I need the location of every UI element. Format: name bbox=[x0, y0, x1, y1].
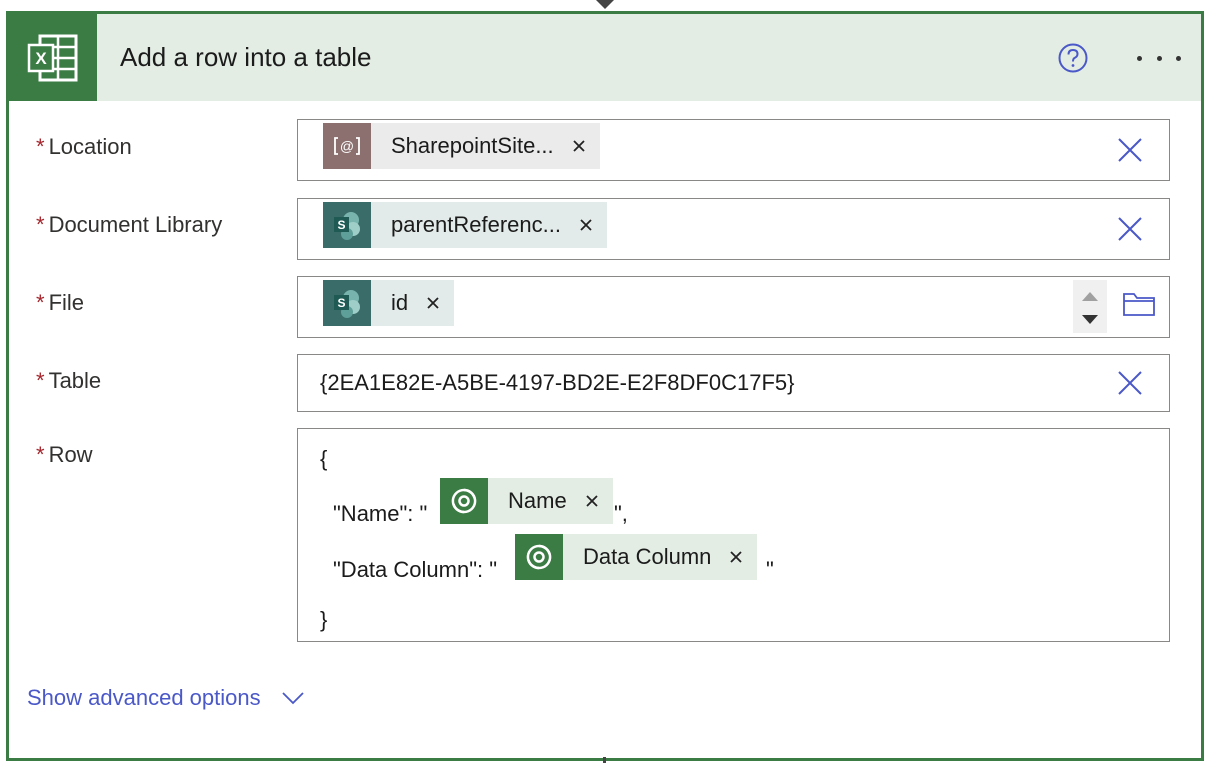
open-brace: { bbox=[320, 446, 328, 471]
row-data-column-key: "Data Column": " bbox=[333, 557, 498, 582]
document-library-field[interactable]: S parentReferenc... bbox=[297, 198, 1170, 260]
required-marker: * bbox=[36, 442, 45, 467]
clear-field-icon[interactable] bbox=[1117, 370, 1143, 396]
svg-text:X: X bbox=[35, 49, 47, 68]
svg-text:@: @ bbox=[340, 138, 354, 154]
row-name-key: "Name": " bbox=[333, 501, 428, 526]
required-marker: * bbox=[36, 134, 45, 159]
location-field[interactable]: @ SharepointSite... bbox=[297, 119, 1170, 181]
name-token[interactable]: Name bbox=[440, 478, 613, 524]
excel-icon: X bbox=[9, 14, 97, 101]
clear-field-icon[interactable] bbox=[1117, 216, 1143, 242]
token-remove-icon[interactable] bbox=[725, 546, 747, 568]
token-remove-icon[interactable] bbox=[575, 214, 597, 236]
row-data-column-suffix: " bbox=[766, 557, 774, 582]
row-editor[interactable]: { "Name": " Name ", "Data Column": " Dat… bbox=[297, 428, 1170, 642]
file-label: * File bbox=[36, 290, 85, 315]
action-card: X Add a row into a table * Location @ Sh… bbox=[6, 11, 1204, 761]
flow-connector-line bbox=[603, 757, 606, 763]
action-title: Add a row into a table bbox=[120, 42, 372, 72]
file-token[interactable]: S id bbox=[323, 280, 455, 326]
chevron-down-icon bbox=[281, 692, 304, 705]
dataverse-icon bbox=[440, 478, 488, 524]
location-token[interactable]: @ SharepointSite... bbox=[323, 123, 600, 169]
row-label: * Row bbox=[36, 442, 93, 467]
more-ellipsis-icon[interactable] bbox=[1137, 48, 1181, 68]
spin-down-icon[interactable] bbox=[1081, 313, 1099, 325]
flow-connector-arrow bbox=[596, 0, 614, 9]
required-marker: * bbox=[36, 368, 45, 393]
required-marker: * bbox=[36, 212, 45, 237]
clear-field-icon[interactable] bbox=[1117, 137, 1143, 163]
svg-text:S: S bbox=[337, 218, 345, 232]
token-remove-icon[interactable] bbox=[581, 490, 603, 512]
file-spinner bbox=[1073, 280, 1107, 333]
card-header[interactable]: X Add a row into a table bbox=[9, 14, 1201, 101]
data-column-token[interactable]: Data Column bbox=[515, 534, 758, 580]
dataverse-icon bbox=[515, 534, 563, 580]
close-brace: } bbox=[320, 607, 328, 632]
token-remove-icon[interactable] bbox=[568, 135, 590, 157]
help-circle-icon[interactable] bbox=[1058, 43, 1088, 73]
row-name-suffix: ", bbox=[614, 501, 628, 526]
token-remove-icon[interactable] bbox=[422, 292, 444, 314]
table-field[interactable]: {2EA1E82E-A5BE-4197-BD2E-E2F8DF0C17F5} bbox=[297, 354, 1170, 412]
document-library-label: * Document Library bbox=[36, 212, 223, 237]
table-label: * Table bbox=[36, 368, 102, 393]
file-field[interactable]: S id bbox=[297, 276, 1170, 338]
variable-icon: @ bbox=[323, 123, 371, 169]
folder-icon[interactable] bbox=[1122, 290, 1156, 318]
table-id-value: {2EA1E82E-A5BE-4197-BD2E-E2F8DF0C17F5} bbox=[320, 370, 795, 395]
location-label: * Location bbox=[36, 134, 132, 159]
show-advanced-options-link[interactable]: Show advanced options bbox=[27, 685, 305, 711]
required-marker: * bbox=[36, 290, 45, 315]
svg-text:S: S bbox=[337, 296, 345, 310]
sharepoint-icon: S bbox=[323, 202, 371, 248]
sharepoint-icon: S bbox=[323, 280, 371, 326]
document-library-token[interactable]: S parentReferenc... bbox=[323, 202, 607, 248]
spin-up-icon[interactable] bbox=[1081, 289, 1099, 301]
